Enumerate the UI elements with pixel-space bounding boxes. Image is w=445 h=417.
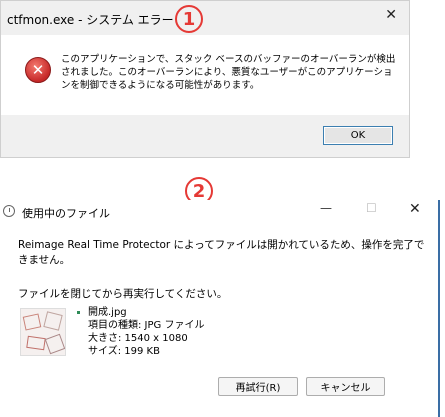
clock-icon [3,205,15,217]
cancel-button[interactable]: キャンセル [306,377,385,396]
error-message: このアプリケーションで、スタック ベースのバッファーのオーバーランが検出されまし… [61,54,396,91]
file-in-use-dialog: 使用中のファイル — ☐ ✕ Reimage Real Time Protect… [0,200,440,417]
ok-button[interactable]: OK [323,126,393,145]
dialog-instruction: ファイルを閉じてから再実行してください。 [18,288,228,300]
file-name: 開成.jpg [88,307,127,318]
system-error-dialog: ctfmon.exe - システム エラー ✕ ✕ このアプリケーションで、スタ… [0,0,410,158]
file-type: 項目の種類: JPG ファイル [88,320,205,331]
dialog-message: Reimage Real Time Protector によってファイルは開かれ… [18,239,425,266]
file-size: サイズ: 199 KB [88,346,160,357]
dialog-body: ✕ このアプリケーションで、スタック ベースのバッファーのオーバーランが検出され… [1,35,409,115]
status-dot-icon [77,311,80,314]
error-icon: ✕ [25,57,51,83]
annotation-marker-1: 1 [175,5,203,33]
file-thumbnail [20,308,66,356]
dialog-title: ctfmon.exe - システム エラー [7,13,174,27]
retry-button[interactable]: 再試行(R) [218,377,298,396]
file-info: 開成.jpg 項目の種類: JPG ファイル 大きさ: 1540 x 1080 … [88,306,204,358]
close-icon[interactable]: ✕ [385,7,397,23]
file-dimensions: 大きさ: 1540 x 1080 [88,333,188,344]
close-icon[interactable]: ✕ [409,201,421,217]
minimize-icon[interactable]: — [320,201,332,215]
dialog-title: 使用中のファイル [22,207,110,220]
maximize-icon: ☐ [366,201,377,215]
